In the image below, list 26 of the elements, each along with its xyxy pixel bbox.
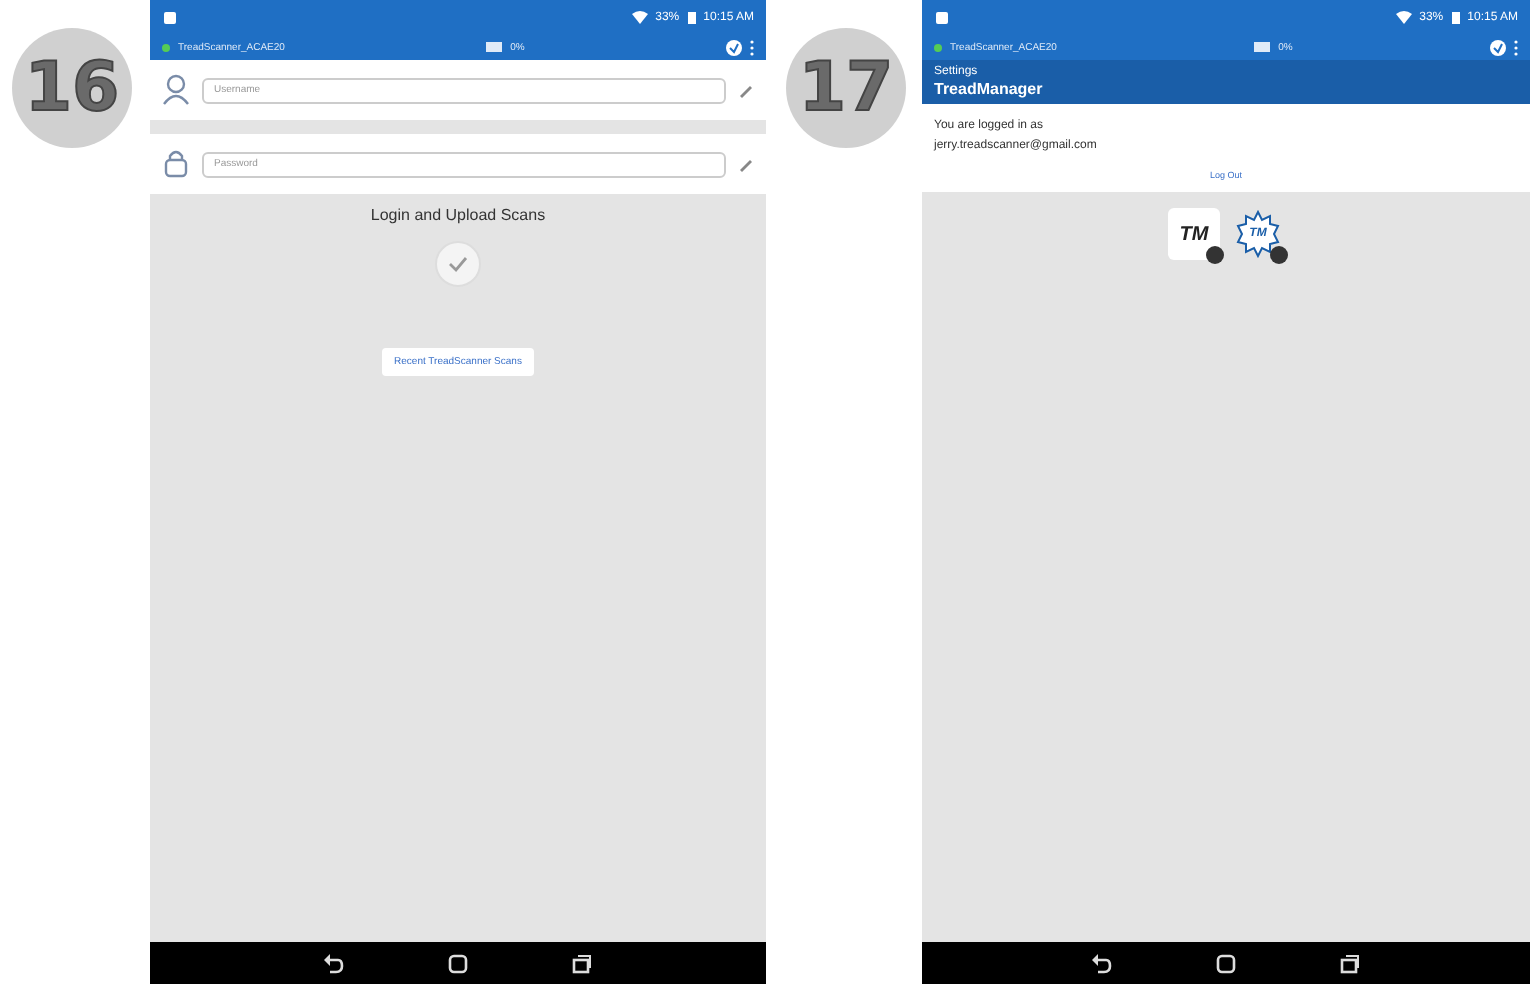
check-circle-icon — [434, 240, 482, 288]
home-icon[interactable] — [1216, 953, 1236, 973]
back-icon[interactable] — [1092, 953, 1112, 973]
status-dot-icon — [162, 43, 170, 51]
step-number: 16 — [12, 28, 132, 148]
app-logo-button[interactable]: TM — [1168, 208, 1220, 260]
recent-apps-icon[interactable] — [1340, 953, 1360, 973]
pencil-icon — [738, 81, 754, 99]
pencil-icon — [738, 155, 754, 173]
status-dot-icon — [934, 43, 942, 51]
section-heading: Login and Upload Scans — [370, 206, 546, 224]
overflow-menu-icon — [1514, 39, 1519, 55]
wifi-icon — [631, 10, 648, 24]
overflow-menu-icon — [750, 39, 755, 55]
home-icon[interactable] — [448, 953, 468, 973]
back-icon[interactable] — [324, 953, 344, 973]
step-number: 17 — [786, 28, 906, 148]
screen-title: TreadManager — [934, 80, 1045, 98]
battery-icon — [1451, 9, 1460, 25]
user-icon — [162, 74, 190, 106]
badge-icon — [1206, 246, 1224, 264]
recent-apps-icon[interactable] — [572, 953, 592, 973]
battery-icon — [687, 9, 696, 25]
badge-icon — [1270, 246, 1288, 264]
wifi-icon — [1395, 10, 1412, 24]
lock-icon — [162, 148, 190, 180]
